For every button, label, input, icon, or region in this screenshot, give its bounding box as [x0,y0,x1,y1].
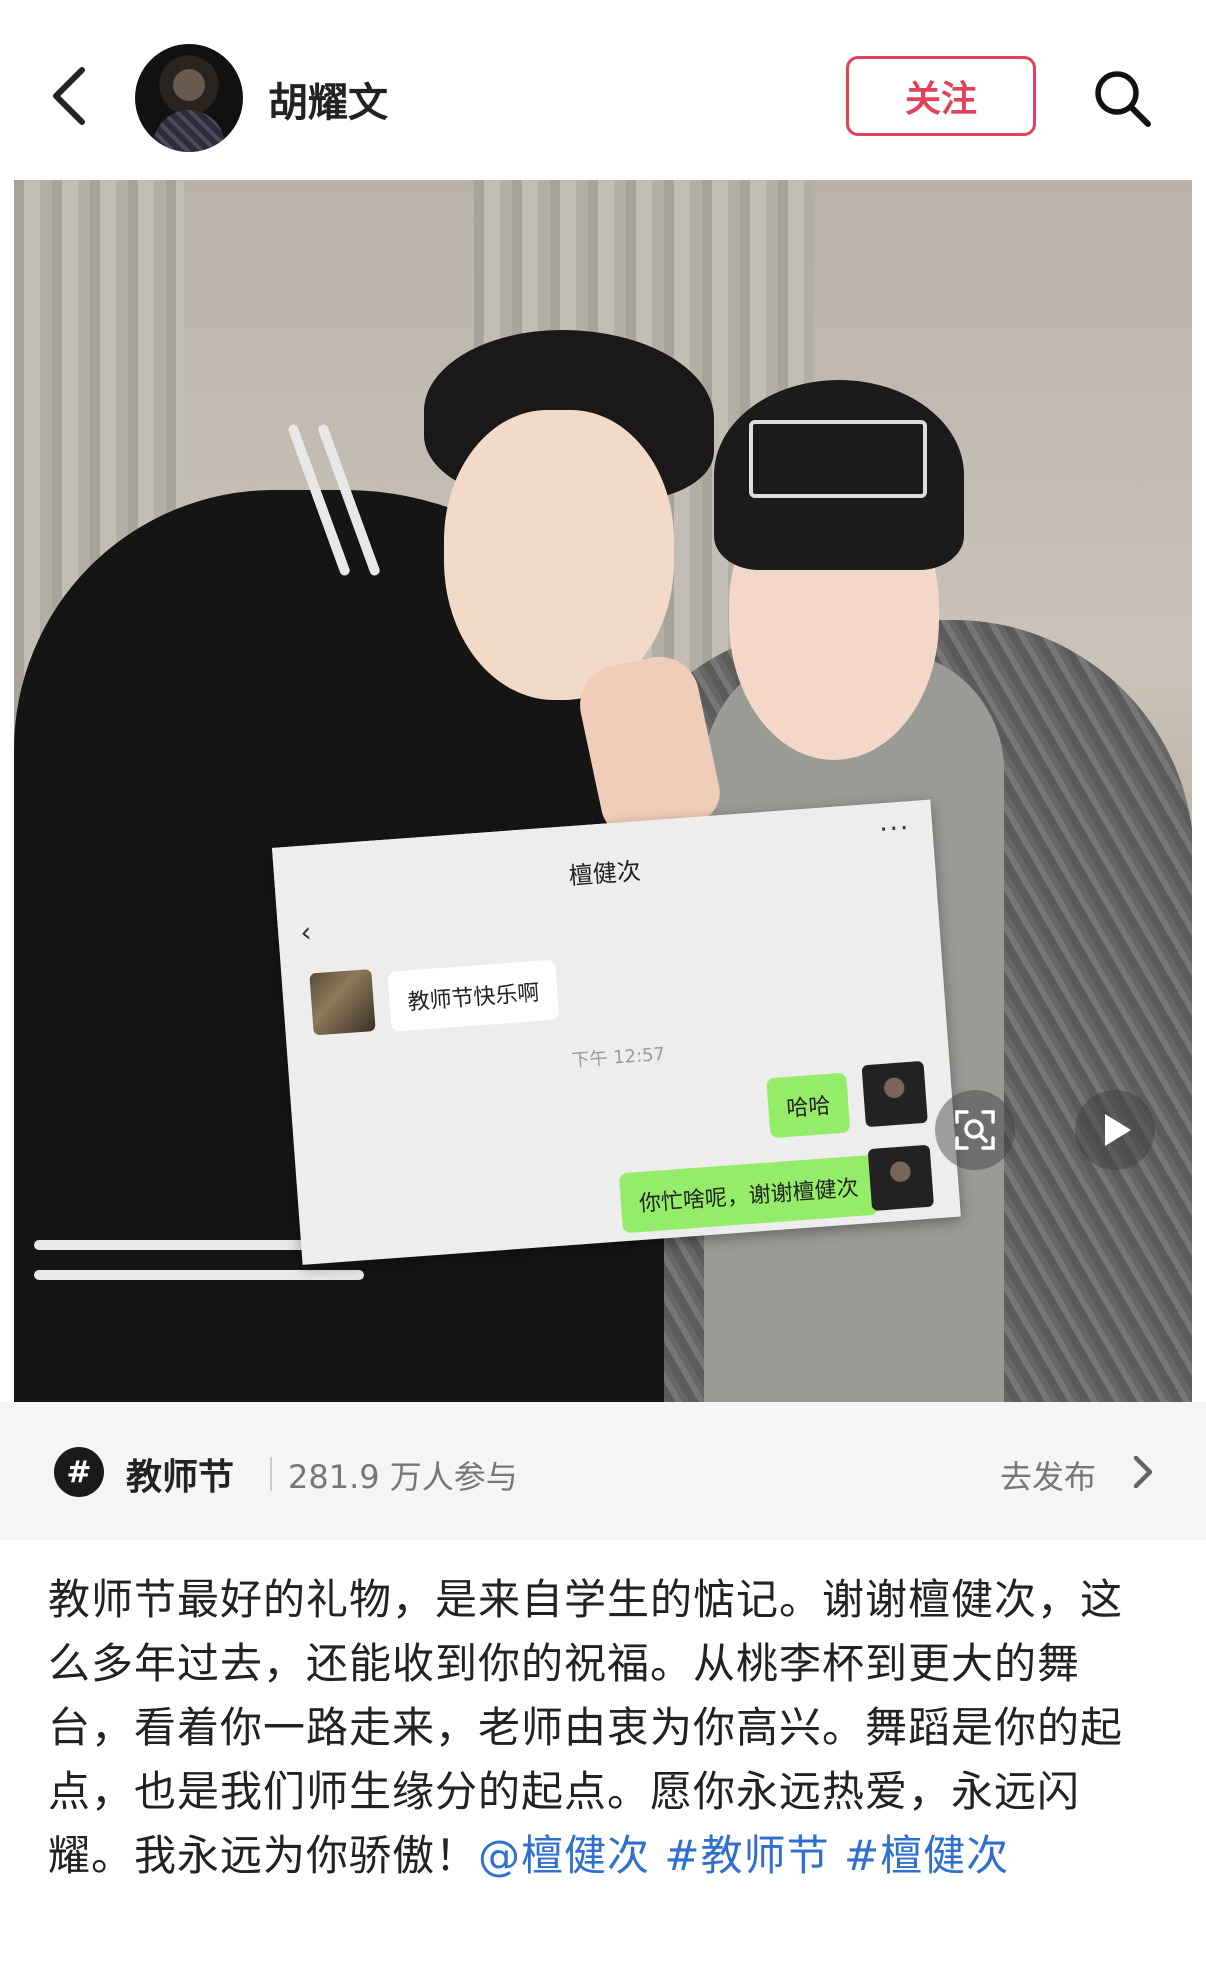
chat-timestamp: 下午 12:57 [570,1043,666,1072]
hashtag-link[interactable]: #教师节 [664,1831,829,1880]
chat-bubble-outgoing: 你忙啥呢，谢谢檀健次 [618,1154,879,1234]
post-photo[interactable]: ··· 檀健次 ‹ 教师节快乐啊 下午 12:57 哈哈 你忙啥呢，谢谢檀健次 [14,180,1192,1402]
avatar[interactable] [135,44,243,152]
chat-avatar-right [861,1060,928,1128]
scan-icon[interactable] [935,1090,1015,1170]
topic-bar[interactable]: # 教师节 281.9 万人参与 去发布 [0,1402,1206,1540]
hashtag-link[interactable]: #檀健次 [844,1831,1009,1880]
search-icon[interactable] [1090,66,1154,130]
chat-bubble-outgoing: 哈哈 [766,1072,851,1139]
chat-avatar-right [867,1144,935,1212]
topic-participants: 281.9 万人参与 [288,1458,518,1496]
follow-button[interactable]: 关注 [846,56,1036,136]
chat-back-icon: ‹ [299,915,313,950]
chevron-right-icon[interactable] [1128,1452,1158,1492]
post-text: 教师节最好的礼物，是来自学生的惦记。谢谢檀健次，这么多年过去，还能收到你的祝福。… [48,1568,1158,1888]
top-bar: 胡耀文 关注 [0,0,1206,180]
chat-avatar-left [309,969,376,1036]
play-icon[interactable] [1075,1090,1155,1170]
publish-link[interactable]: 去发布 [1000,1452,1096,1498]
mention-link[interactable]: @檀健次 [478,1831,650,1880]
hashtag-icon: # [54,1447,104,1497]
topic-name[interactable]: 教师节 [126,1448,234,1500]
chat-bubble-incoming: 教师节快乐啊 [387,959,560,1032]
back-arrow-icon[interactable] [40,60,100,132]
face-left [444,410,674,700]
divider [270,1457,272,1491]
username[interactable]: 胡耀文 [268,70,388,128]
chat-screenshot: ··· 檀健次 ‹ 教师节快乐啊 下午 12:57 哈哈 你忙啥呢，谢谢檀健次 [272,799,961,1265]
